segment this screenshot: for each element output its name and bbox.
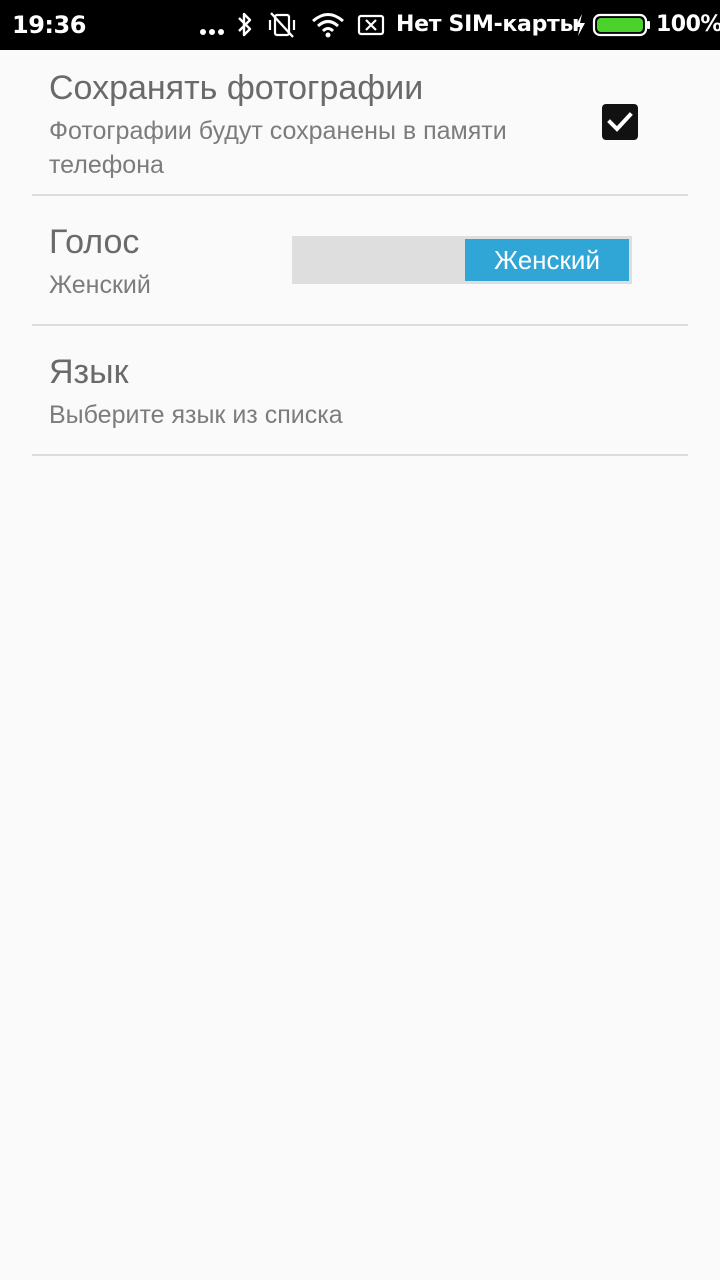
- setting-save-photos[interactable]: Сохранять фотографии Фотографии будут со…: [32, 50, 688, 194]
- divider: [32, 194, 688, 196]
- wifi-icon: [312, 13, 344, 38]
- setting-summary: Выберите язык из списка: [49, 401, 343, 429]
- divider: [32, 454, 688, 456]
- more-dots-icon: [200, 29, 224, 35]
- setting-summary: Женский: [49, 271, 151, 299]
- vibrate-off-icon: [268, 12, 296, 38]
- carrier-text: Нет SIM-карты: [396, 12, 580, 37]
- setting-title: Язык: [49, 353, 129, 391]
- no-sim-icon: [357, 14, 385, 36]
- setting-title: Голос: [49, 223, 140, 261]
- status-bar: 19:36 Нет SIM-карты 100%: [0, 0, 720, 50]
- battery-icon: [592, 13, 650, 37]
- voice-switch[interactable]: Женский: [292, 236, 632, 284]
- status-time: 19:36: [12, 11, 86, 39]
- setting-summary: Фотографии будут сохранены в памяти теле…: [49, 117, 507, 179]
- save-photos-checkbox[interactable]: [602, 104, 638, 140]
- setting-language[interactable]: Язык Выберите язык из списка: [32, 326, 688, 454]
- battery-percent: 100%: [656, 12, 720, 37]
- charging-bolt-icon: [575, 14, 585, 36]
- voice-switch-thumb[interactable]: Женский: [465, 239, 629, 281]
- bluetooth-icon: [238, 12, 252, 37]
- checkmark-icon: [607, 112, 633, 132]
- setting-title: Сохранять фотографии: [49, 69, 424, 107]
